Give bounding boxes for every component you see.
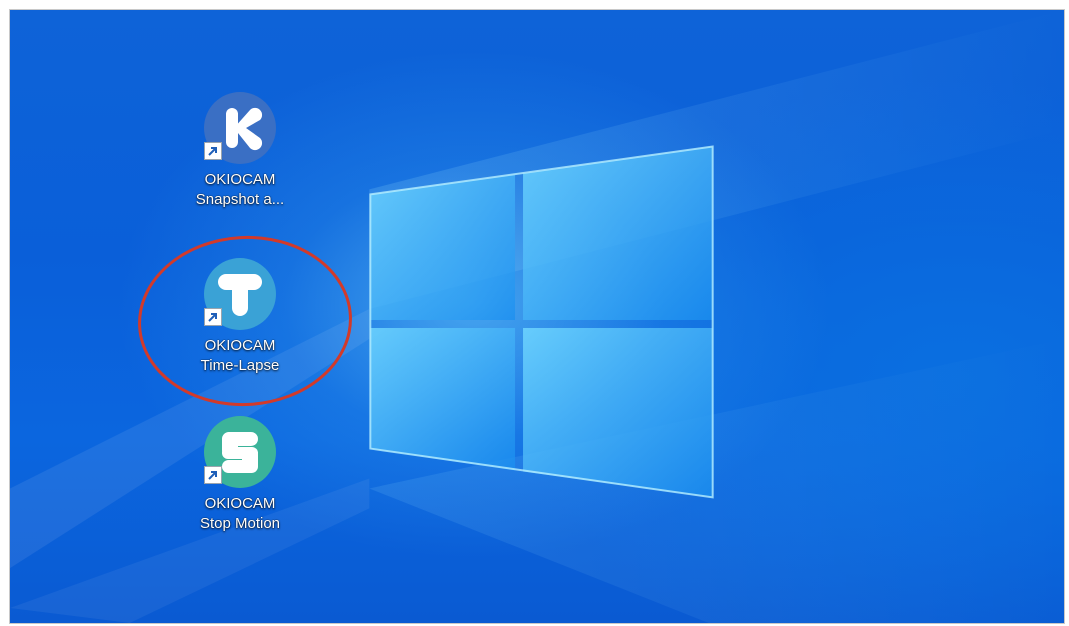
shortcut-arrow-icon bbox=[204, 142, 222, 160]
okiocam-snapshot-icon bbox=[204, 92, 276, 164]
desktop-icon-stopmotion[interactable]: OKIOCAM Stop Motion bbox=[185, 416, 295, 534]
desktop-icon-snapshot[interactable]: OKIOCAM Snapshot a... bbox=[185, 92, 295, 210]
desktop-icon-label: OKIOCAM Stop Motion bbox=[199, 495, 281, 532]
shortcut-arrow-icon bbox=[204, 466, 222, 484]
okiocam-stopmotion-icon bbox=[204, 416, 276, 488]
desktop-icon-label: OKIOCAM Snapshot a... bbox=[195, 171, 285, 208]
screenshot-frame: OKIOCAM Snapshot a... OKIOCAM Time-Lapse bbox=[9, 9, 1065, 624]
desktop-background: OKIOCAM Snapshot a... OKIOCAM Time-Lapse bbox=[10, 10, 1064, 623]
